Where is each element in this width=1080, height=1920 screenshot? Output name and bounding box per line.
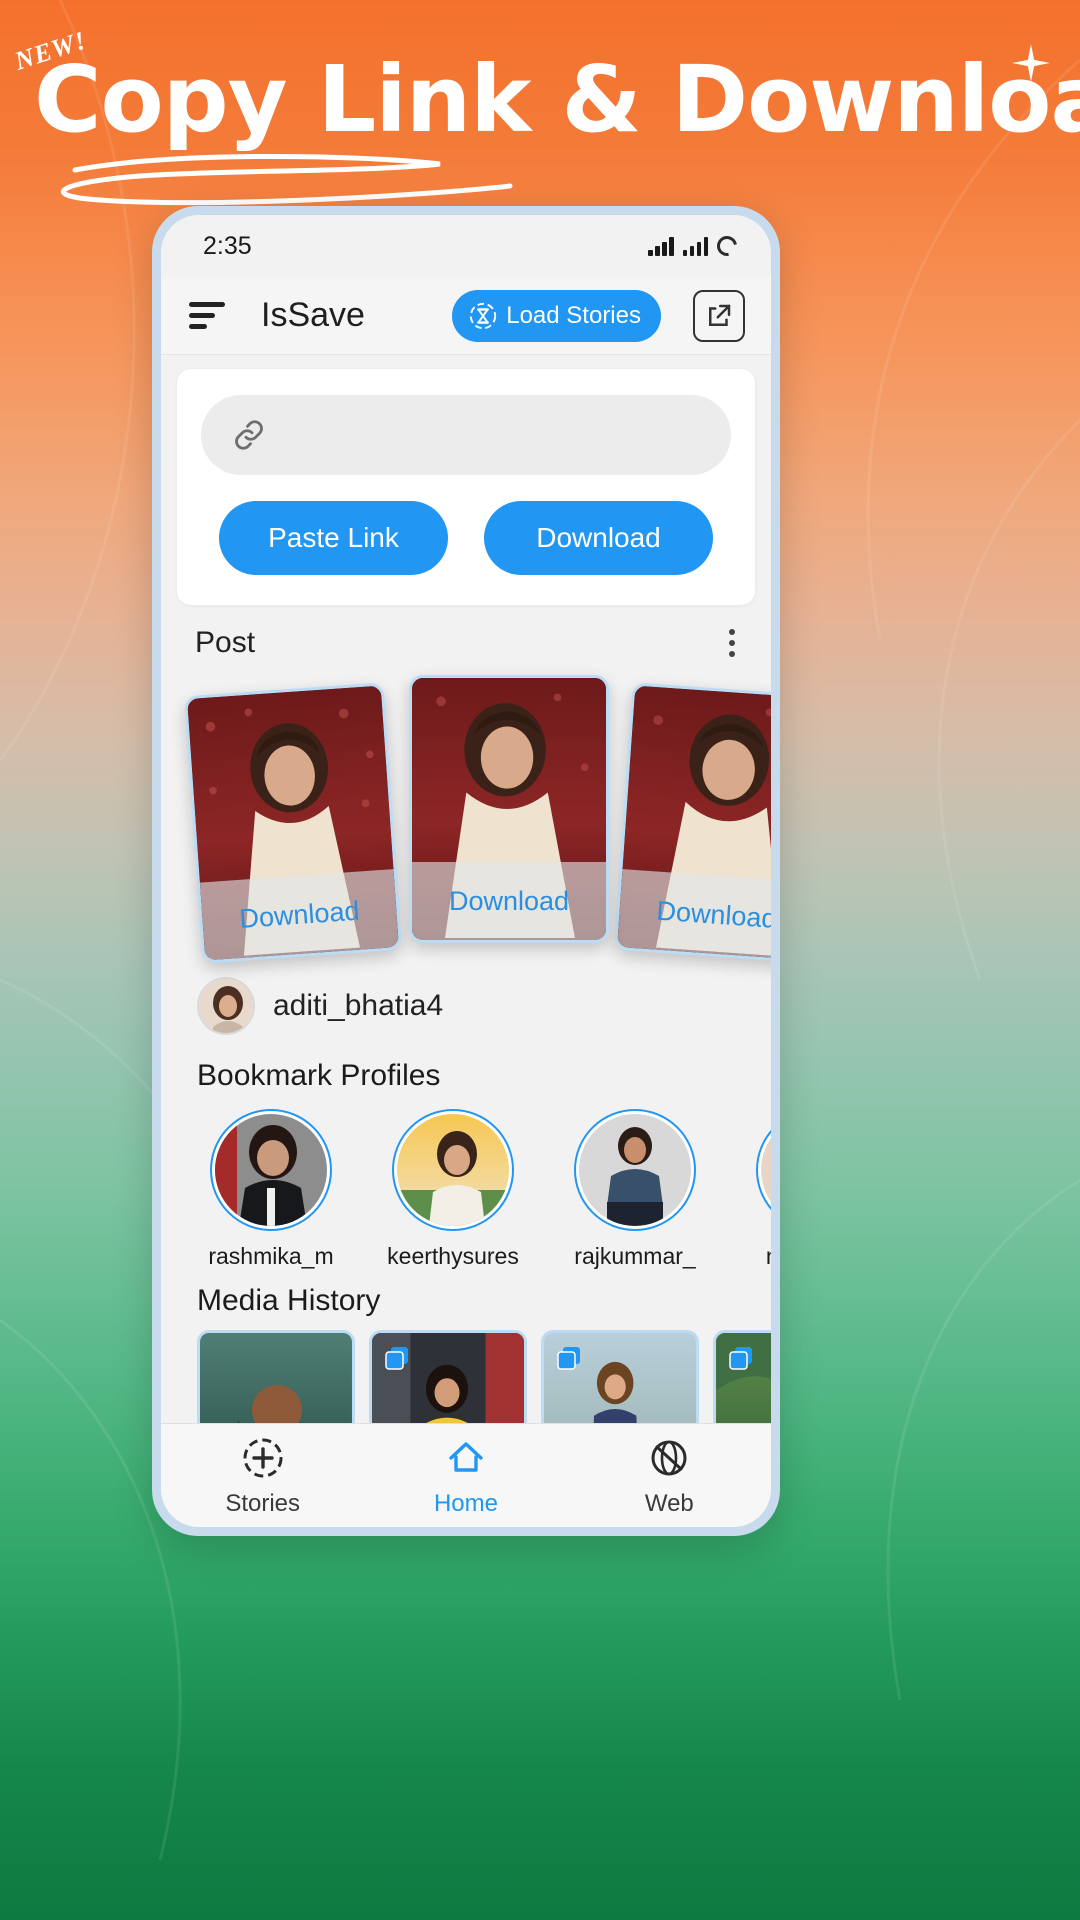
link-actions: Paste Link Download — [201, 501, 731, 575]
nav-item-home[interactable]: Home — [364, 1434, 567, 1518]
status-bar: 2:35 — [161, 215, 771, 277]
chain-link-icon — [235, 420, 263, 450]
external-link-button[interactable] — [693, 289, 745, 342]
media-history-card[interactable]: alluarjuno — [197, 1330, 355, 1423]
link-input-card: Paste Link Download — [177, 369, 755, 605]
bookmark-section-title: Bookmark Profiles — [197, 1059, 441, 1092]
avatar — [392, 1109, 514, 1231]
bookmark-profile-item[interactable]: rajkummar_ — [561, 1109, 709, 1270]
bookmark-profile-item[interactable]: rashmika_m — [197, 1109, 345, 1270]
media-history-title: Media History — [197, 1284, 381, 1317]
load-stories-label: Load Stories — [506, 301, 641, 329]
nav-item-web[interactable]: Web — [568, 1434, 771, 1518]
app-title: IsSave — [261, 296, 365, 334]
bookmark-avatar-image — [397, 1114, 509, 1226]
battery-circle-icon — [713, 232, 741, 260]
link-input-wrap[interactable] — [201, 395, 731, 475]
post-download-label[interactable]: Download — [412, 862, 606, 940]
signal-bars-icon — [648, 236, 674, 256]
nav-label-web: Web — [644, 1489, 694, 1517]
bookmark-profile-item[interactable]: keerthysures — [379, 1109, 527, 1270]
avatar — [756, 1109, 771, 1231]
bookmark-avatar-image — [761, 1114, 771, 1226]
avatar — [210, 1109, 332, 1231]
bookmark-profiles-row[interactable]: rashmika_m keerthysures rajkummar_ — [161, 1099, 771, 1270]
paste-link-button[interactable]: Paste Link — [219, 501, 448, 575]
nav-label-home: Home — [433, 1489, 498, 1517]
media-history-card[interactable]: sharmaji_ — [369, 1330, 527, 1423]
phone-screen: 2:35 IsSave Load Stories Paste Link Down… — [161, 215, 771, 1527]
post-owner-name: aditi_bhatia4 — [273, 989, 444, 1022]
plus-circle-dashed-icon — [243, 1438, 283, 1477]
media-history-card[interactable] — [713, 1330, 771, 1423]
external-link-icon — [709, 304, 731, 326]
avatar — [574, 1109, 696, 1231]
post-download-label[interactable]: Download — [199, 869, 399, 961]
post-owner-row[interactable]: aditi_bhatia4 — [161, 961, 771, 1045]
link-input[interactable] — [281, 421, 701, 449]
post-card[interactable]: Download — [183, 682, 403, 964]
load-stories-button[interactable]: Load Stories — [452, 289, 661, 342]
app-content: Paste Link Download Post Download Downlo… — [161, 355, 771, 1423]
media-history-card[interactable]: aditi_bhat — [541, 1330, 699, 1423]
promo-title: Copy Link & Download — [34, 46, 1080, 153]
bookmark-profile-name: rashmika_m — [208, 1243, 334, 1269]
signal-bars-icon-2 — [682, 236, 708, 256]
underline-swirl-icon — [61, 153, 513, 206]
home-icon — [449, 1441, 483, 1472]
bookmark-profile-name: nayanthar — [743, 1243, 771, 1270]
download-button[interactable]: Download — [484, 501, 713, 575]
status-time: 2:35 — [203, 231, 252, 260]
media-history-row[interactable]: alluarjuno — [161, 1322, 771, 1423]
bottom-navigation: Stories Home Web — [161, 1423, 771, 1527]
multi-post-icon — [729, 1347, 752, 1370]
post-section-header: Post — [161, 605, 771, 671]
hamburger-menu-icon[interactable] — [189, 302, 229, 329]
post-carousel[interactable]: Download Download Download — [161, 671, 771, 964]
multi-post-icon — [385, 1347, 408, 1370]
sparkle-icon — [1012, 44, 1050, 82]
post-card[interactable]: Download — [613, 682, 771, 964]
hourglass-icon — [470, 302, 497, 329]
media-thumbnail — [200, 1333, 352, 1423]
multi-post-icon — [557, 1347, 580, 1370]
app-bar: IsSave Load Stories — [161, 277, 771, 355]
avatar — [197, 977, 255, 1035]
bookmark-avatar-image — [579, 1114, 691, 1226]
nav-item-stories[interactable]: Stories — [161, 1434, 364, 1518]
post-card[interactable]: Download — [409, 675, 609, 943]
nav-label-stories: Stories — [225, 1489, 301, 1517]
owner-avatar-image — [199, 979, 253, 1033]
phone-mockup: 2:35 IsSave Load Stories Paste Link Down… — [152, 206, 780, 1536]
kebab-menu-icon[interactable] — [723, 623, 741, 663]
bookmark-avatar-image — [215, 1114, 327, 1226]
post-download-label[interactable]: Download — [617, 869, 771, 961]
post-section-title: Post — [195, 626, 256, 659]
bookmark-profile-name: keerthysures — [387, 1243, 519, 1269]
bookmark-profile-name: rajkummar_ — [574, 1243, 696, 1269]
bookmark-profile-item[interactable]: nayanthar — [743, 1109, 771, 1270]
status-icons — [648, 232, 741, 260]
globe-slash-icon — [651, 1440, 687, 1475]
